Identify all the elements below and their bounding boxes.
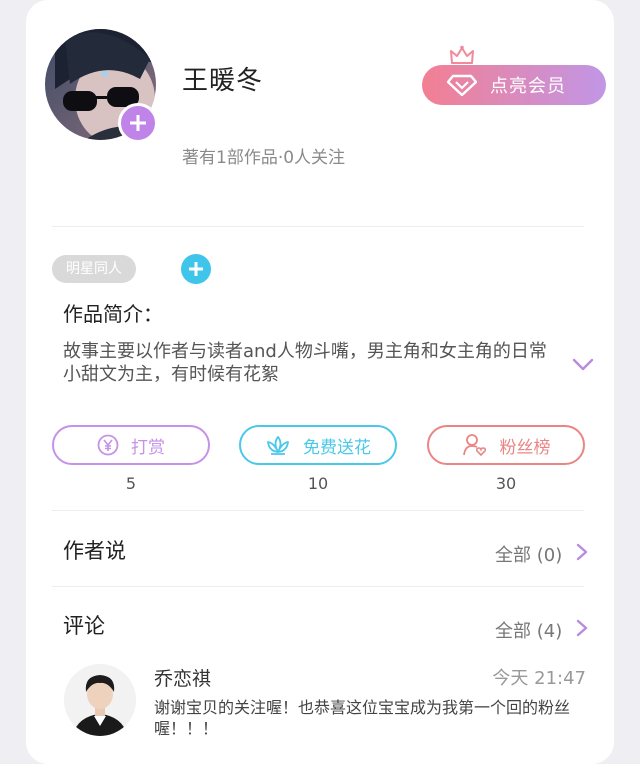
divider xyxy=(52,586,584,587)
intro-text: 故事主要以作者与读者and人物斗嘴，男主角和女主角的日常小甜文为主，有时候有花絮 xyxy=(63,341,547,385)
author-stats: 著有1部作品·0人关注 xyxy=(182,148,346,168)
send-flower-button[interactable]: 免费送花 xyxy=(239,425,397,465)
chevron-right-icon xyxy=(576,619,588,642)
reward-label: 打赏 xyxy=(131,437,165,458)
avatar-add-button[interactable] xyxy=(118,103,158,143)
commenter-avatar[interactable] xyxy=(64,664,136,736)
send-flower-label: 免费送花 xyxy=(303,437,371,458)
author-says-title: 作者说 xyxy=(63,539,126,563)
commenter-name: 乔恋祺 xyxy=(154,668,212,690)
chevron-right-icon xyxy=(576,543,588,566)
divider xyxy=(52,226,584,227)
author-says-all-link[interactable]: 全部 (0) xyxy=(495,541,588,567)
fan-count: 30 xyxy=(495,474,517,493)
intro-title: 作品简介： xyxy=(63,302,163,326)
yen-coin-icon xyxy=(97,434,119,456)
plus-icon xyxy=(189,262,203,276)
fan-user-icon xyxy=(462,433,488,457)
chevron-down-icon[interactable] xyxy=(572,358,594,372)
fan-ranking-label: 粉丝榜 xyxy=(499,437,551,458)
vip-button[interactable]: 点亮会员 xyxy=(422,65,606,105)
lotus-flower-icon xyxy=(265,434,291,456)
crown-icon xyxy=(450,45,474,64)
vip-label: 点亮会员 xyxy=(490,76,566,97)
author-name: 王暖冬 xyxy=(182,66,264,96)
diamond-icon xyxy=(447,74,477,96)
plus-icon xyxy=(130,115,146,131)
author-says-all-label: 全部 (0) xyxy=(495,545,563,566)
reward-button[interactable]: 打赏 xyxy=(52,425,210,465)
comments-title: 评论 xyxy=(63,614,105,638)
comments-all-link[interactable]: 全部 (4) xyxy=(495,617,588,643)
profile-card: 王暖冬 著有1部作品·0人关注 点亮会员 明星同人 作品简介： 故事主要以作者与… xyxy=(26,0,614,764)
comments-all-label: 全部 (4) xyxy=(495,621,563,642)
reward-count: 5 xyxy=(125,474,137,493)
category-tag[interactable]: 明星同人 xyxy=(52,255,136,283)
comment-time: 今天 21:47 xyxy=(492,668,586,689)
fan-ranking-button[interactable]: 粉丝榜 xyxy=(427,425,585,465)
comment-text: 谢谢宝贝的关注喔！也恭喜这位宝宝成为我第一个回的粉丝喔！！！ xyxy=(154,698,571,738)
divider xyxy=(52,510,584,511)
add-tag-button[interactable] xyxy=(181,254,211,284)
flower-count: 10 xyxy=(307,474,329,493)
